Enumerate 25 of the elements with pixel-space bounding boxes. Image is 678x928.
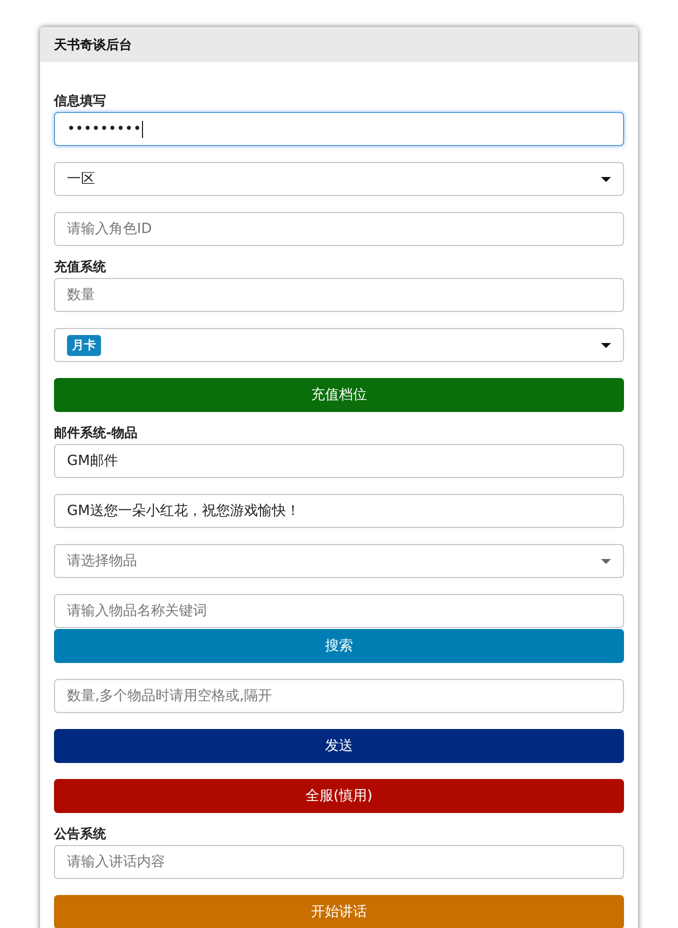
section-label: 邮件系统-物品 [54, 426, 138, 442]
section-label: 公告系统 [54, 827, 107, 843]
tag: 月卡 [67, 334, 101, 356]
section-label: 信息填写 [54, 94, 107, 110]
input-field[interactable]: 请输入角色ID [54, 212, 624, 246]
input-field[interactable]: GM邮件 [54, 444, 624, 478]
input-field[interactable]: GM送您一朵小红花，祝您游戏愉快！ [54, 494, 624, 528]
input-field[interactable]: 数量,多个物品时请用空格或,隔开 [54, 679, 624, 713]
panel-title: 天书奇谈后台 [54, 36, 132, 54]
action-button[interactable]: 开始讲话 [54, 895, 624, 928]
dropdown-arrow-icon [601, 176, 611, 182]
action-button[interactable]: 充值档位 [54, 378, 624, 412]
select-field[interactable]: 月卡 [54, 328, 624, 362]
section-label: 充值系统 [54, 260, 107, 276]
dropdown-arrow-icon [601, 342, 611, 348]
action-button[interactable]: 发送 [54, 729, 624, 763]
select-field[interactable]: 一区 [54, 162, 624, 196]
select-field[interactable]: 请选择物品 [54, 544, 624, 578]
search-button[interactable]: 搜索 [54, 629, 624, 663]
search-field[interactable]: 请输入物品名称关键词 [54, 594, 624, 628]
action-button[interactable]: 全服(慎用) [54, 779, 624, 813]
input-field[interactable]: 数量 [54, 278, 624, 312]
input-field[interactable]: ••••••••• [54, 112, 624, 146]
dropdown-arrow-icon [601, 558, 611, 564]
input-field[interactable]: 请输入讲话内容 [54, 845, 624, 879]
